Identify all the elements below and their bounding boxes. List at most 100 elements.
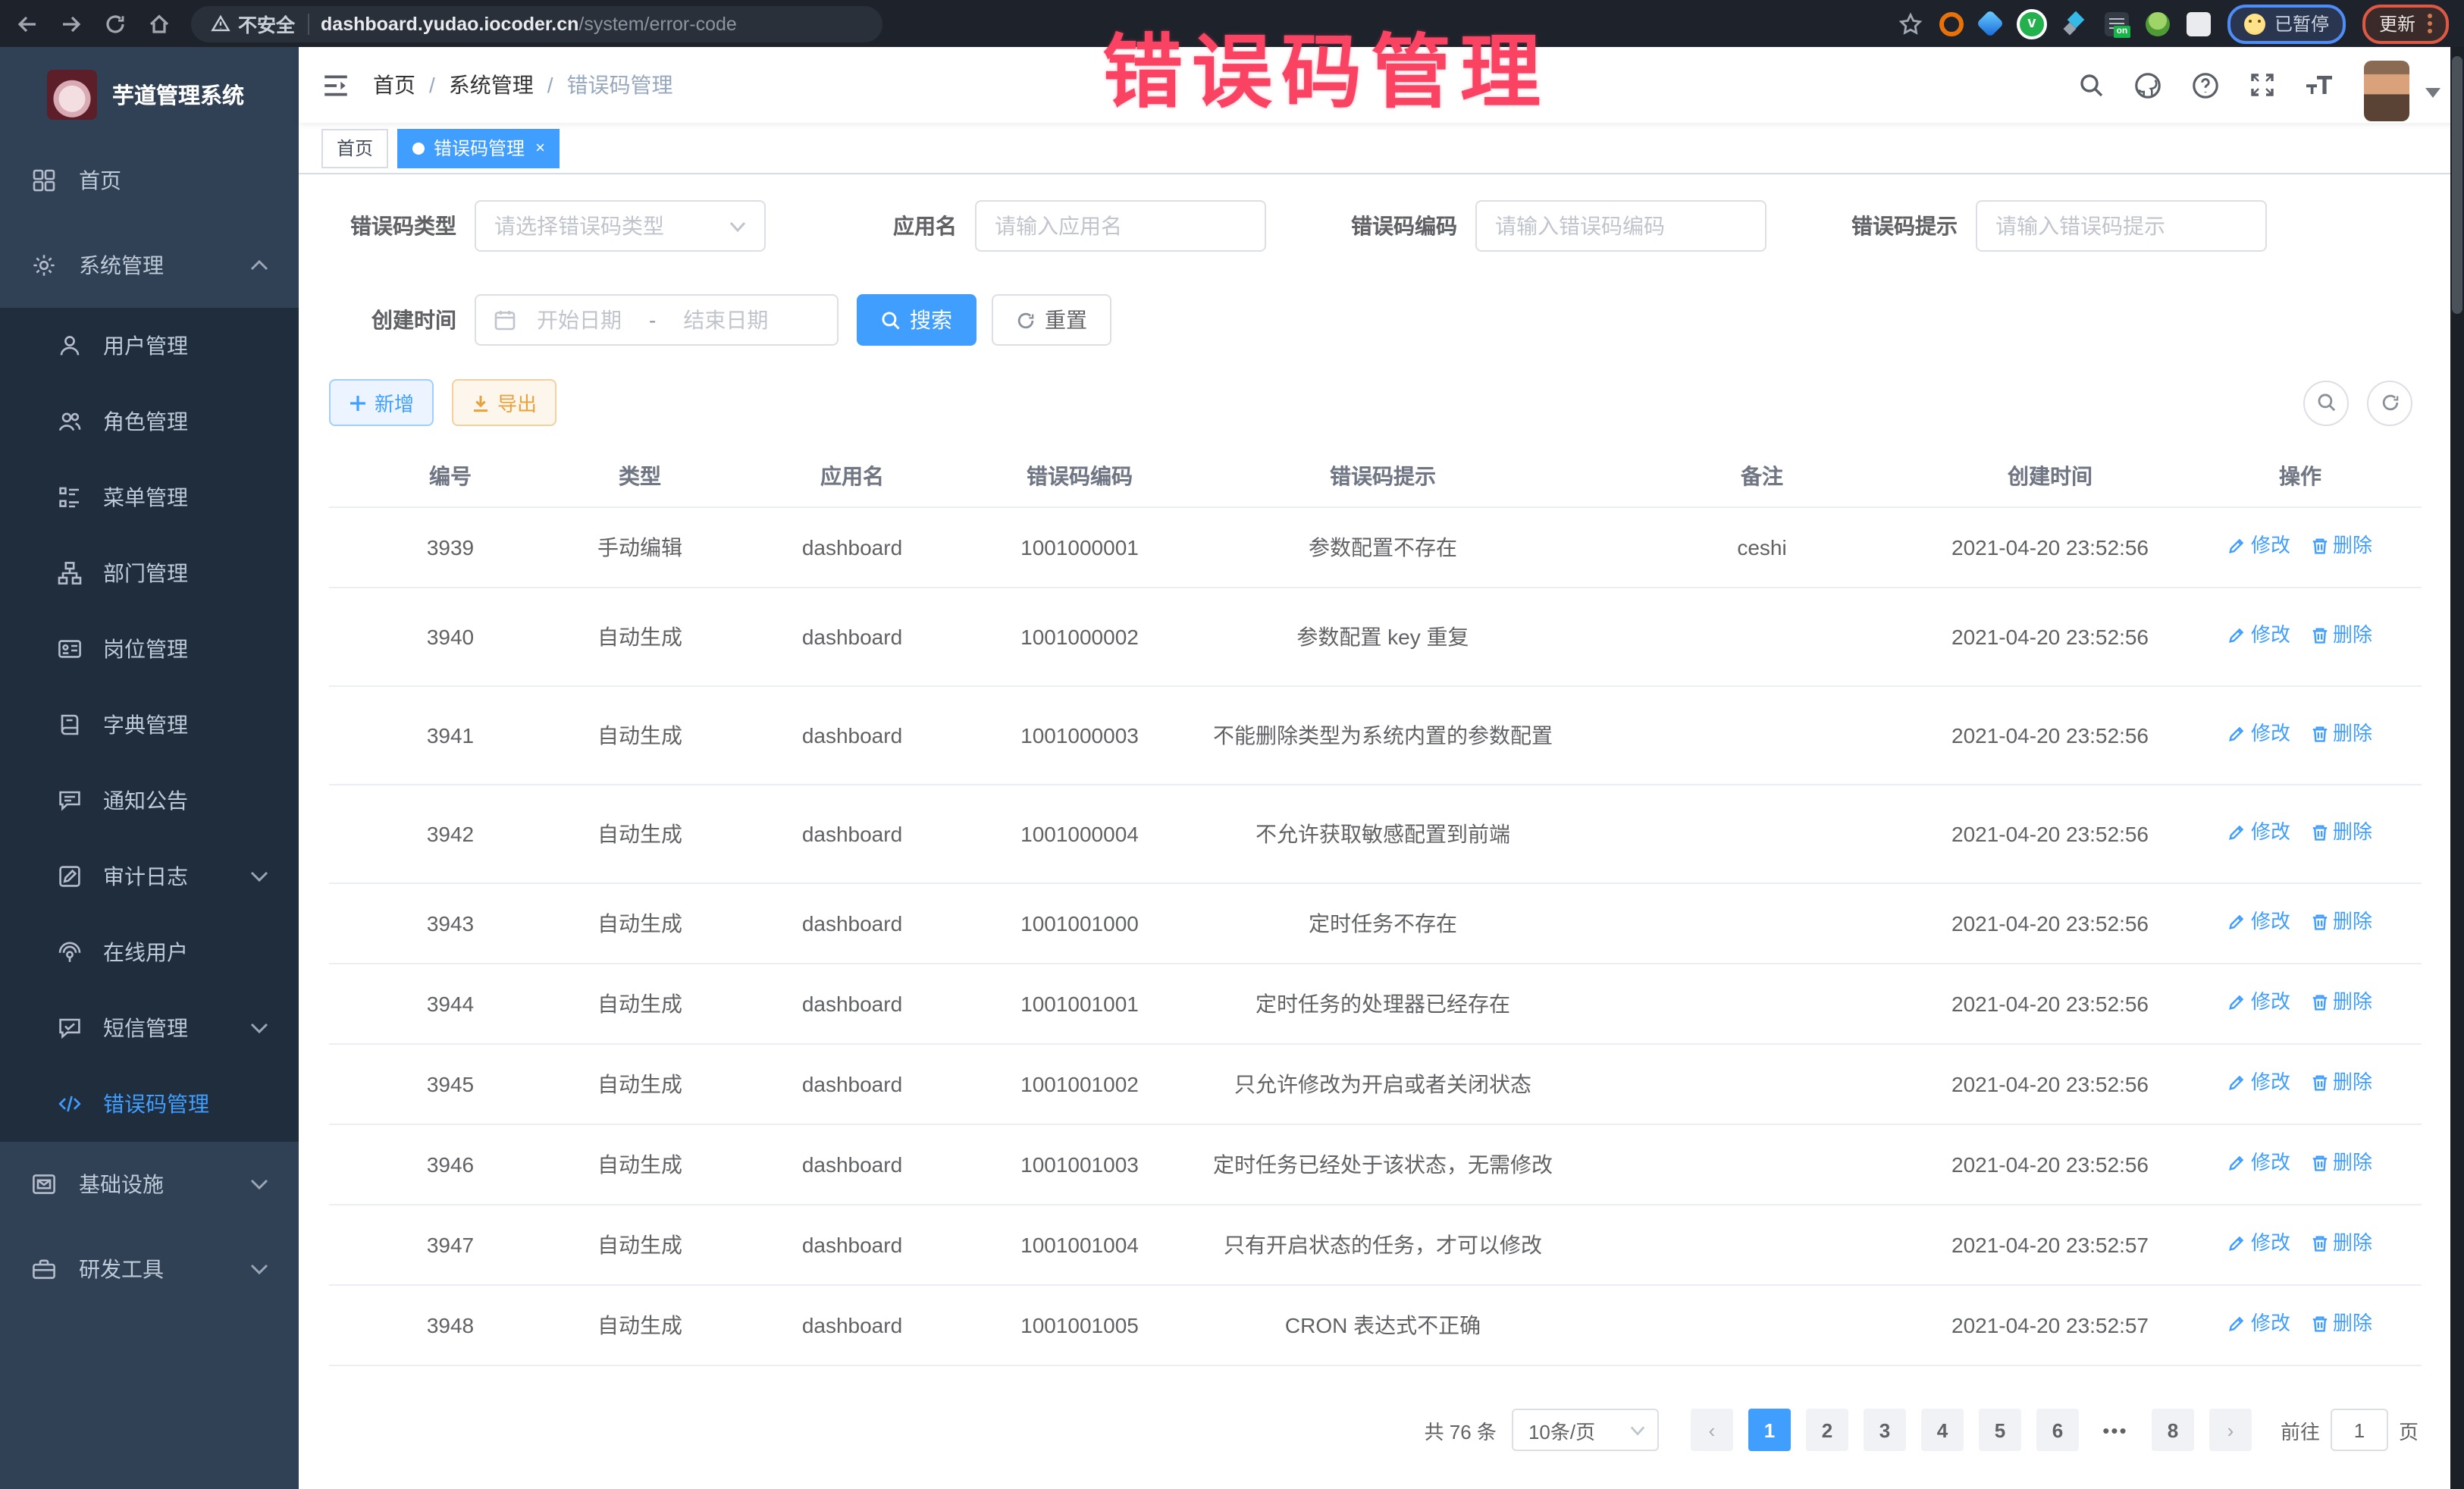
page-button-2[interactable]: 2: [1806, 1409, 1848, 1451]
error-type-select[interactable]: 请选择错误码类型: [475, 200, 766, 252]
cell-app: dashboard: [708, 979, 996, 1029]
user-avatar[interactable]: [2364, 61, 2409, 121]
delete-link[interactable]: 删除: [2310, 1067, 2372, 1097]
header-search-icon[interactable]: [2079, 72, 2105, 98]
sidebar-item-1-5[interactable]: 字典管理: [0, 687, 299, 763]
sidebar-item-1-3[interactable]: 部门管理: [0, 535, 299, 611]
reset-button[interactable]: 重置: [992, 294, 1111, 346]
extension-icon[interactable]: [2146, 11, 2170, 36]
search-button[interactable]: 搜索: [857, 294, 977, 346]
extension-icon[interactable]: [1939, 11, 1964, 36]
tag-view-错误码管理[interactable]: 错误码管理×: [397, 128, 560, 168]
delete-link[interactable]: 删除: [2310, 817, 2372, 847]
refresh-table-button[interactable]: [2367, 380, 2412, 425]
delete-link[interactable]: 删除: [2310, 907, 2372, 936]
edit-link[interactable]: 修改: [2228, 1309, 2290, 1338]
edit-link[interactable]: 修改: [2228, 817, 2290, 847]
sidebar-item-1[interactable]: 系统管理: [0, 223, 299, 308]
profile-paused-badge[interactable]: 已暂停: [2227, 4, 2346, 43]
browser-update-button[interactable]: 更新: [2362, 4, 2449, 43]
sidebar-item-1-6[interactable]: 通知公告: [0, 763, 299, 839]
edit-link[interactable]: 修改: [2228, 1067, 2290, 1097]
bookmark-star-icon[interactable]: [1898, 11, 1923, 36]
sidebar-item-1-9[interactable]: 短信管理: [0, 990, 299, 1066]
github-icon[interactable]: [2133, 71, 2162, 99]
toggle-search-button[interactable]: [2303, 380, 2349, 425]
extension-icon[interactable]: [2064, 11, 2088, 36]
prev-page-button[interactable]: ‹: [1691, 1409, 1733, 1451]
sidebar-item-label: 菜单管理: [103, 482, 188, 513]
sidebar-item-1-10[interactable]: 错误码管理: [0, 1066, 299, 1142]
date-range-picker[interactable]: 开始日期 - 结束日期: [475, 294, 839, 346]
edit-link[interactable]: 修改: [2228, 719, 2290, 748]
sidebar-item-1-7[interactable]: 审计日志: [0, 839, 299, 914]
sidebar-logo[interactable]: 芋道管理系统: [0, 47, 299, 138]
sidebar-item-1-0[interactable]: 用户管理: [0, 308, 299, 384]
page-button-6[interactable]: 6: [2036, 1409, 2079, 1451]
address-bar[interactable]: 不安全 dashboard.yudao.iocoder.cn/system/er…: [191, 5, 882, 42]
browser-forward-icon[interactable]: [59, 11, 83, 36]
browser-reload-icon[interactable]: [103, 11, 127, 36]
add-button[interactable]: 新增: [329, 379, 434, 426]
delete-link[interactable]: 删除: [2310, 1228, 2372, 1258]
scrollbar-thumb[interactable]: [2452, 56, 2462, 314]
error-code-input[interactable]: 请输入错误码编码: [1475, 200, 1766, 252]
edit-link[interactable]: 修改: [2228, 1148, 2290, 1177]
page-button-3[interactable]: 3: [1864, 1409, 1906, 1451]
page-button-8[interactable]: 8: [2152, 1409, 2194, 1451]
browser-menu-icon[interactable]: [2428, 14, 2432, 33]
cell-type: 手动编辑: [572, 522, 708, 572]
edit-link[interactable]: 修改: [2228, 907, 2290, 936]
cell-created: 2021-04-20 23:52:56: [1921, 522, 2179, 572]
sidebar-item-1-2[interactable]: 菜单管理: [0, 459, 299, 535]
delete-link[interactable]: 删除: [2310, 719, 2372, 748]
app-name-input[interactable]: 请输入应用名: [975, 200, 1266, 252]
delete-link[interactable]: 删除: [2310, 1148, 2372, 1177]
page-ellipsis[interactable]: •••: [2094, 1409, 2136, 1451]
font-size-icon[interactable]: [2305, 71, 2335, 99]
extension-icon[interactable]: [1977, 10, 2005, 38]
main-panel: 首页/系统管理/错误码管理 首页错误码管理× 错误码类型: [299, 47, 2464, 1489]
hamburger-icon[interactable]: [321, 71, 350, 99]
page-scrollbar[interactable]: [2450, 47, 2464, 1489]
column-header: 错误码编码: [996, 454, 1163, 498]
sidebar-item-1-8[interactable]: 在线用户: [0, 914, 299, 990]
page-button-5[interactable]: 5: [1979, 1409, 2021, 1451]
delete-link[interactable]: 删除: [2310, 531, 2372, 560]
delete-link[interactable]: 删除: [2310, 987, 2372, 1017]
tag-close-icon[interactable]: ×: [535, 139, 545, 157]
page-button-1[interactable]: 1: [1748, 1409, 1791, 1451]
fullscreen-icon[interactable]: [2249, 71, 2276, 99]
page-size-select[interactable]: 10条/页: [1512, 1409, 1659, 1451]
browser-home-icon[interactable]: [147, 11, 171, 36]
extension-icon[interactable]: on: [2105, 11, 2129, 36]
sidebar-item-1-1[interactable]: 角色管理: [0, 384, 299, 459]
edit-link[interactable]: 修改: [2228, 987, 2290, 1017]
delete-link[interactable]: 删除: [2310, 620, 2372, 650]
avatar-caret-down-icon[interactable]: [2425, 86, 2441, 99]
tag-view-首页[interactable]: 首页: [321, 128, 388, 168]
action-label: 删除: [2333, 719, 2372, 748]
help-question-icon[interactable]: [2191, 71, 2220, 99]
cell-id: 3948: [329, 1300, 572, 1350]
security-warning[interactable]: 不安全: [211, 9, 295, 38]
post-card-icon: [58, 637, 82, 661]
breadcrumb-item[interactable]: 系统管理: [449, 70, 534, 100]
edit-link[interactable]: 修改: [2228, 531, 2290, 560]
next-page-button[interactable]: ›: [2209, 1409, 2252, 1451]
extension-icon[interactable]: v: [2017, 8, 2047, 39]
edit-link[interactable]: 修改: [2228, 620, 2290, 650]
browser-back-icon[interactable]: [15, 11, 39, 36]
sidebar-item-2[interactable]: 基础设施: [0, 1142, 299, 1227]
page-button-4[interactable]: 4: [1921, 1409, 1964, 1451]
sidebar-item-1-4[interactable]: 岗位管理: [0, 611, 299, 687]
edit-link[interactable]: 修改: [2228, 1228, 2290, 1258]
delete-link[interactable]: 删除: [2310, 1309, 2372, 1338]
error-msg-input[interactable]: 请输入错误码提示: [1976, 200, 2267, 252]
extensions-puzzle-icon[interactable]: [2187, 11, 2211, 36]
goto-page-input[interactable]: 1: [2331, 1409, 2388, 1451]
sidebar-item-3[interactable]: 研发工具: [0, 1227, 299, 1312]
sidebar-item-0[interactable]: 首页: [0, 138, 299, 223]
breadcrumb-item[interactable]: 首页: [373, 70, 415, 100]
export-button[interactable]: 导出: [452, 379, 556, 426]
